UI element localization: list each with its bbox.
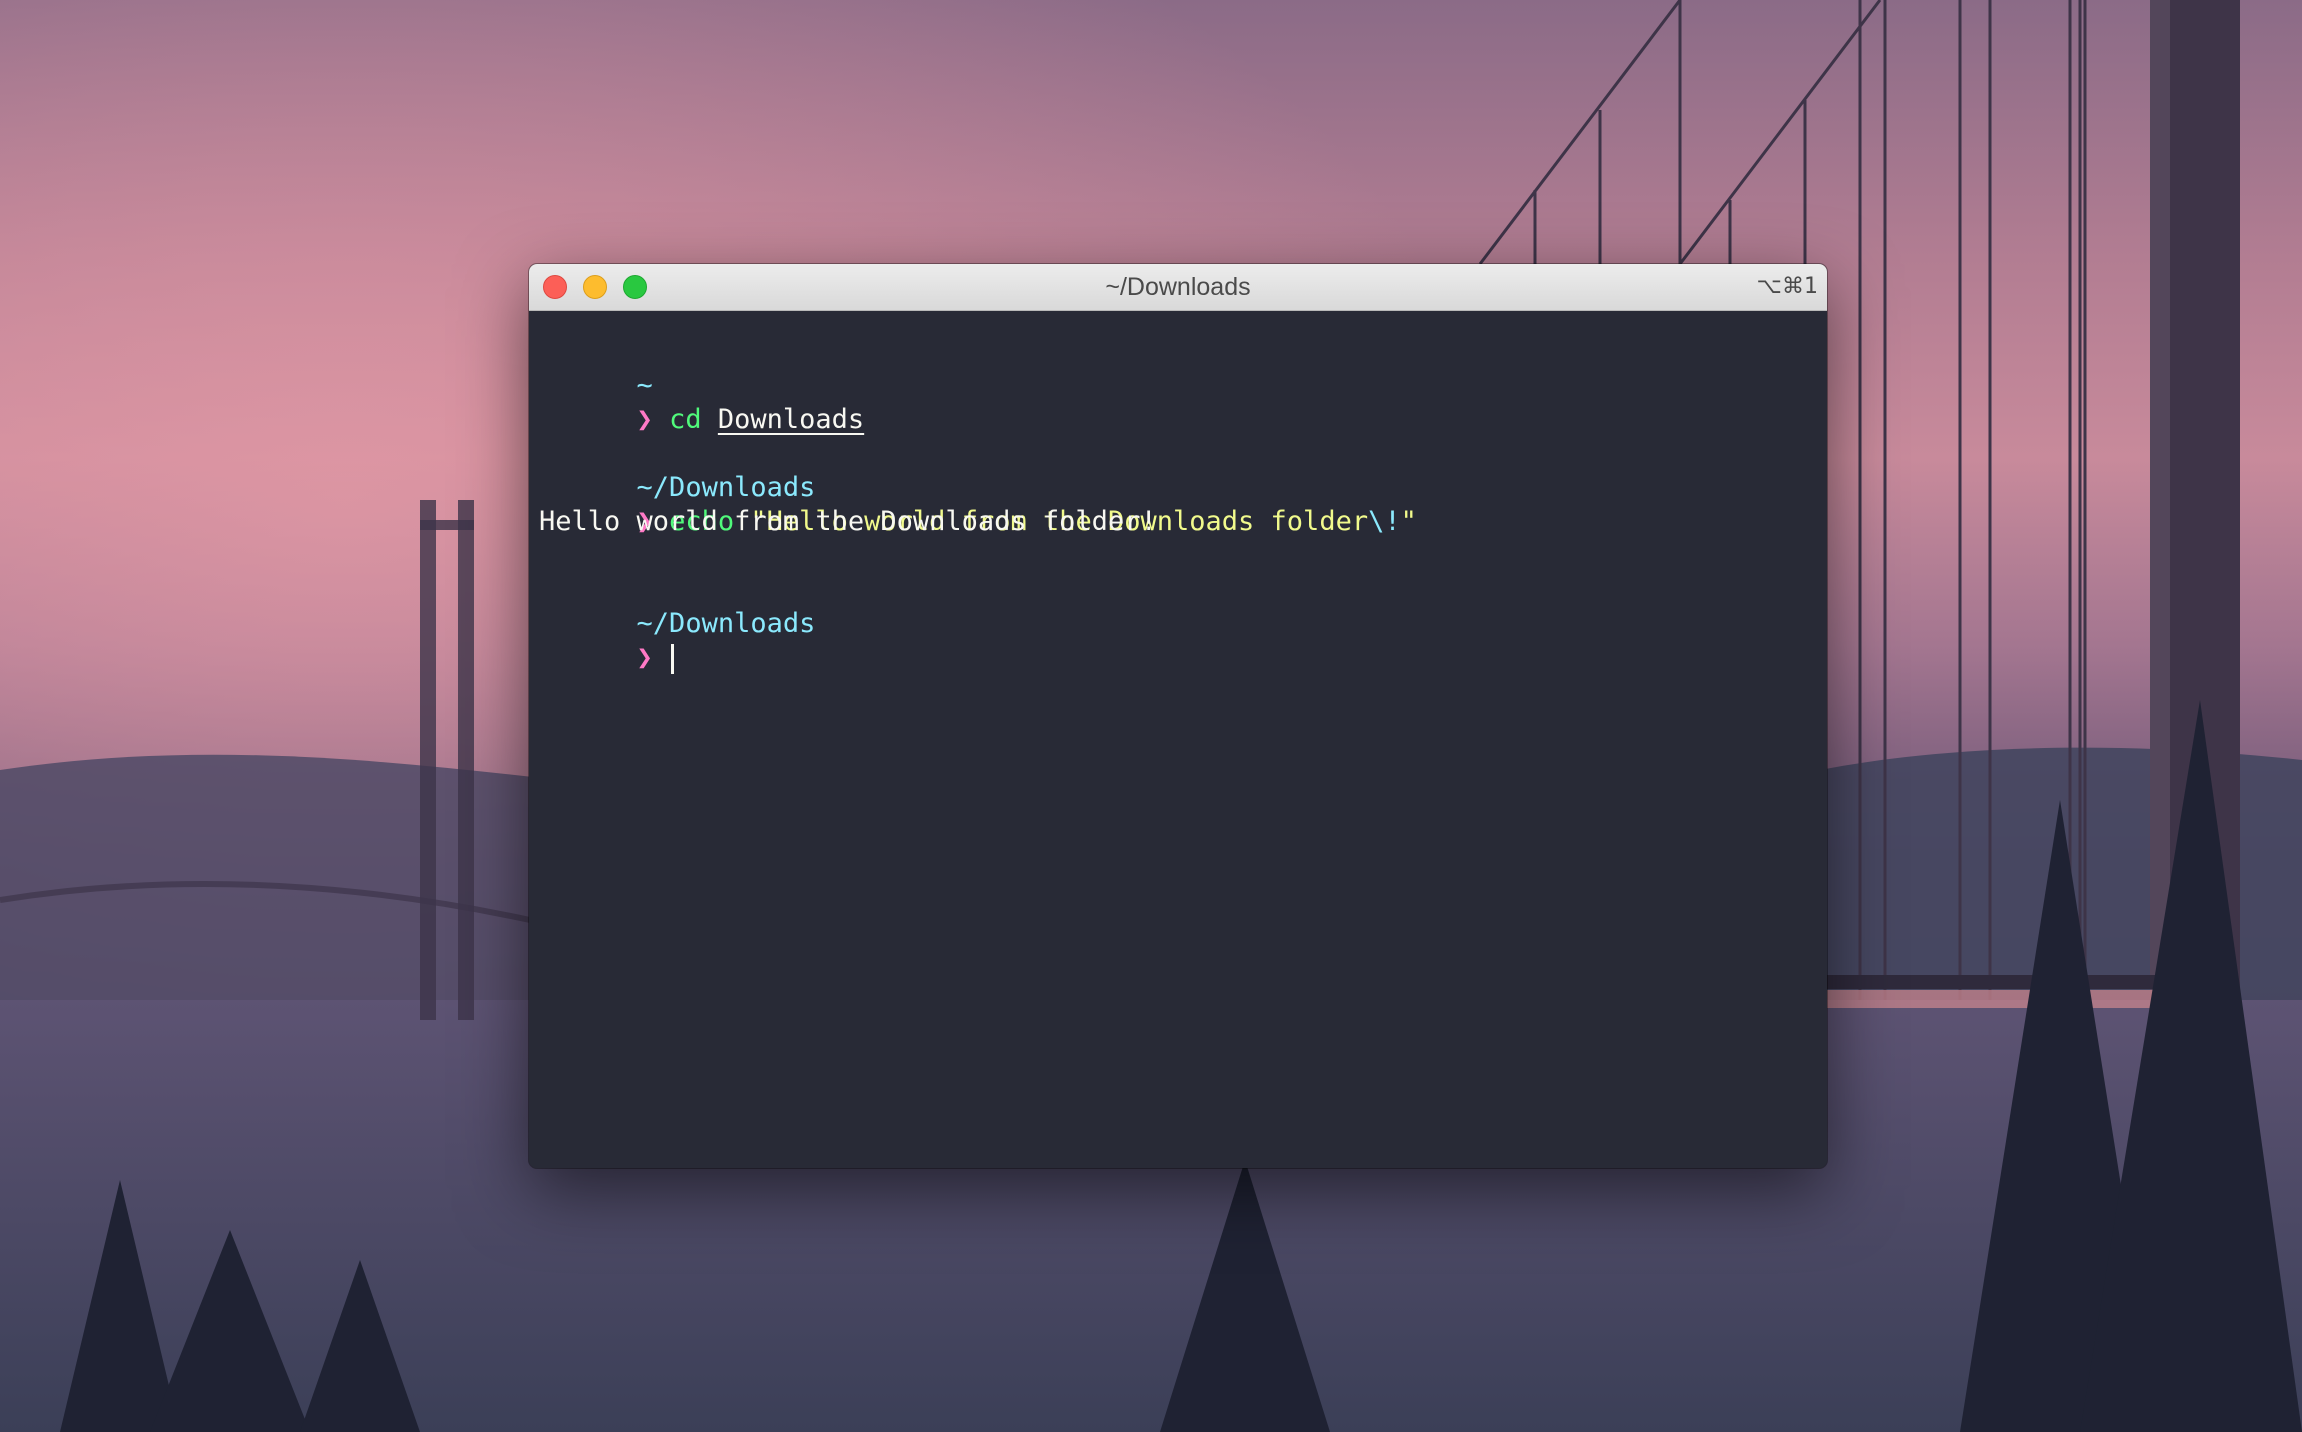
command-escape-sequence: \! xyxy=(1368,506,1401,537)
terminal-window: ~/Downloads ⌥⌘1 ~ ❯ cd Downloads ~/Downl… xyxy=(529,264,1827,1168)
prompt-chevron-icon: ❯ xyxy=(636,642,653,673)
command-line: ❯ cd Downloads xyxy=(539,369,865,435)
prompt-cwd-line: ~/Downloads xyxy=(539,573,816,639)
active-command-line[interactable]: ❯ xyxy=(539,607,675,674)
terminal-output-area[interactable]: ~ ❯ cd Downloads ~/Downloads ❯ echo "Hel… xyxy=(529,311,1827,1168)
prompt-cwd-line: ~/Downloads xyxy=(539,437,816,503)
command-path-argument[interactable]: Downloads xyxy=(718,404,864,435)
prompt-chevron-icon: ❯ xyxy=(636,404,653,435)
text-cursor xyxy=(671,643,675,674)
window-shortcut-label: ⌥⌘1 xyxy=(1756,274,1818,299)
command-string-close: " xyxy=(1400,506,1417,537)
window-title: ~/Downloads xyxy=(1105,273,1251,301)
prompt-cwd-line: ~ xyxy=(539,335,653,401)
command-output-line: Hello world from the Downloads folder! xyxy=(539,506,1157,537)
command-name: cd xyxy=(669,404,702,435)
command-line: ❯ echo "Hello world from the Downloads f… xyxy=(539,471,1417,537)
title-bar[interactable]: ~/Downloads ⌥⌘1 xyxy=(529,264,1827,311)
